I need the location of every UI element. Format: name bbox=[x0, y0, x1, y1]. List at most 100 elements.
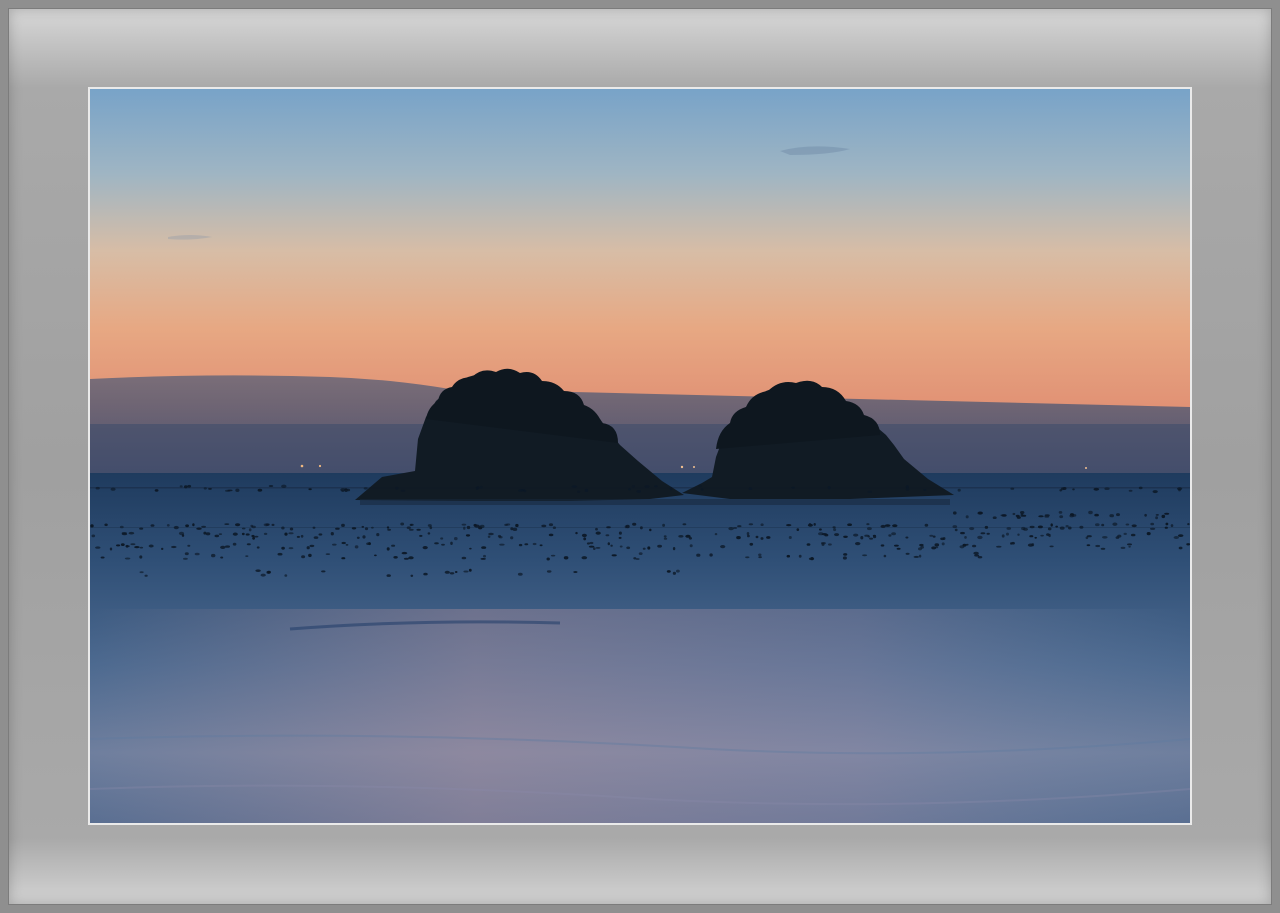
buoy bbox=[473, 523, 477, 527]
buoy bbox=[183, 557, 188, 560]
buoy bbox=[589, 541, 594, 545]
buoy bbox=[340, 488, 346, 492]
buoy bbox=[745, 556, 750, 559]
buoy bbox=[301, 555, 306, 559]
buoy bbox=[720, 545, 726, 549]
buoy bbox=[842, 556, 847, 560]
buoy bbox=[853, 533, 859, 537]
buoy bbox=[110, 487, 116, 491]
buoy bbox=[1125, 523, 1130, 526]
buoy bbox=[100, 556, 105, 559]
buoy bbox=[245, 533, 250, 536]
buoy bbox=[184, 552, 189, 556]
buoy bbox=[807, 523, 813, 527]
buoy bbox=[408, 556, 414, 560]
buoy bbox=[124, 557, 131, 560]
buoy bbox=[563, 556, 569, 560]
buoy bbox=[996, 545, 1002, 548]
buoy bbox=[461, 556, 467, 560]
buoy bbox=[1029, 535, 1034, 538]
buoy bbox=[1040, 534, 1044, 537]
buoy bbox=[1101, 523, 1105, 527]
buoy bbox=[218, 533, 223, 535]
buoy bbox=[251, 534, 255, 538]
buoy bbox=[1059, 515, 1064, 519]
buoy bbox=[178, 531, 185, 536]
buoy bbox=[386, 574, 391, 577]
buoy bbox=[905, 487, 910, 491]
buoy bbox=[827, 486, 831, 490]
buoy bbox=[480, 558, 486, 560]
buoy bbox=[306, 546, 310, 550]
buoy bbox=[288, 532, 294, 535]
buoy bbox=[254, 535, 259, 538]
buoy bbox=[758, 553, 762, 557]
buoy bbox=[640, 526, 643, 530]
buoy bbox=[271, 523, 275, 526]
buoy bbox=[1152, 490, 1158, 494]
buoy bbox=[251, 525, 256, 529]
buoy bbox=[1109, 514, 1114, 518]
buoy bbox=[918, 554, 922, 558]
buoy bbox=[510, 527, 514, 531]
buoy bbox=[669, 486, 673, 491]
buoy bbox=[187, 544, 191, 547]
buoy bbox=[130, 543, 136, 546]
buoy bbox=[241, 527, 246, 530]
buoy bbox=[386, 547, 390, 551]
buoy bbox=[595, 547, 601, 549]
buoy bbox=[468, 568, 472, 572]
buoy bbox=[1068, 526, 1072, 530]
buoy bbox=[1165, 522, 1169, 526]
buoy bbox=[663, 535, 667, 538]
buoy bbox=[255, 569, 261, 572]
buoy bbox=[139, 555, 143, 559]
buoy bbox=[1146, 532, 1151, 536]
buoy bbox=[208, 488, 212, 490]
buoy bbox=[957, 488, 961, 492]
buoy bbox=[267, 570, 271, 574]
ship-light bbox=[318, 464, 322, 468]
buoy bbox=[942, 537, 946, 540]
buoy bbox=[454, 571, 458, 573]
buoy bbox=[518, 543, 523, 547]
buoy bbox=[869, 537, 874, 540]
buoy bbox=[953, 511, 957, 515]
buoy bbox=[1155, 514, 1159, 516]
buoy bbox=[618, 536, 622, 539]
buoy bbox=[892, 524, 898, 528]
buoy bbox=[1072, 488, 1075, 491]
buoy bbox=[1006, 527, 1012, 530]
buoy bbox=[173, 525, 179, 530]
buoy bbox=[786, 554, 790, 558]
buoy bbox=[321, 570, 326, 573]
buoy bbox=[631, 485, 636, 488]
buoy bbox=[427, 532, 431, 535]
buoy bbox=[1037, 525, 1043, 529]
buoy bbox=[1102, 536, 1108, 539]
buoy bbox=[187, 484, 192, 488]
buoy bbox=[371, 526, 374, 529]
buoy bbox=[148, 544, 154, 548]
buoy bbox=[644, 485, 650, 488]
buoy bbox=[571, 485, 578, 488]
buoy bbox=[296, 535, 300, 538]
buoy bbox=[1059, 489, 1062, 492]
buoy bbox=[1130, 533, 1136, 537]
buoy bbox=[356, 536, 360, 539]
buoy bbox=[965, 543, 969, 546]
buoy bbox=[798, 554, 802, 558]
buoy bbox=[361, 525, 365, 528]
buoy bbox=[201, 525, 206, 528]
buoy bbox=[1104, 487, 1110, 491]
buoy bbox=[1161, 514, 1166, 519]
buoy bbox=[281, 546, 285, 550]
buoy bbox=[539, 544, 543, 547]
buoy bbox=[95, 546, 101, 549]
buoy bbox=[1144, 513, 1147, 517]
buoy bbox=[919, 543, 924, 547]
buoy bbox=[678, 535, 684, 538]
buoy bbox=[109, 547, 113, 551]
buoy bbox=[241, 532, 245, 536]
buoy bbox=[387, 528, 391, 531]
